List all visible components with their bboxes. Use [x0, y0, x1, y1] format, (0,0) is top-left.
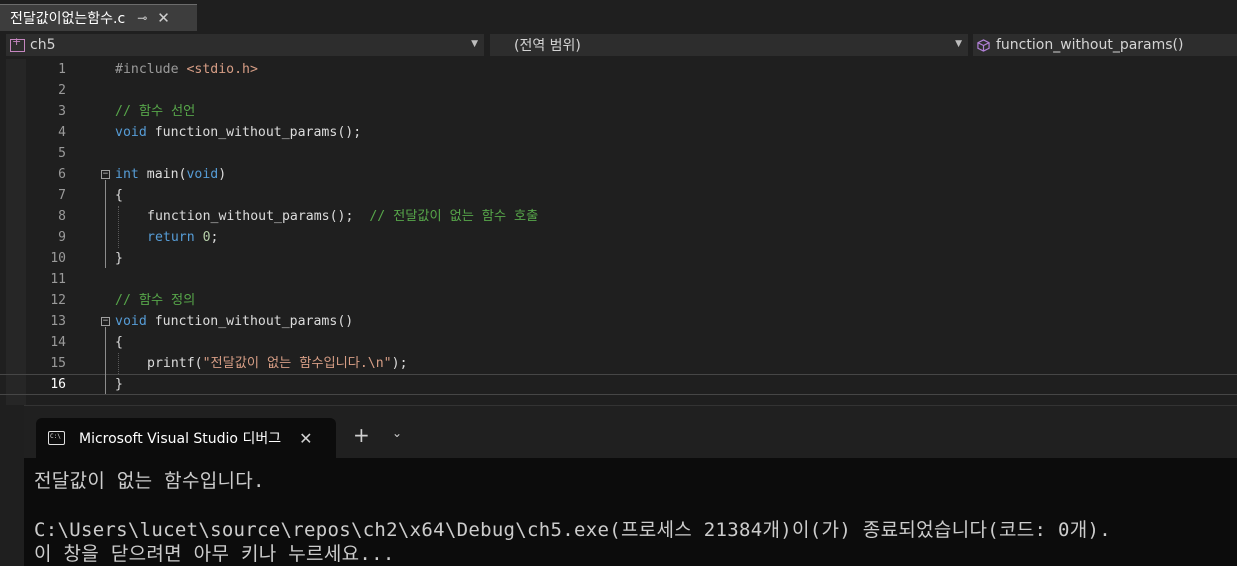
line-number: 7 [58, 188, 66, 203]
code-line-6: int main(void) [115, 167, 227, 182]
member-dropdown[interactable]: function_without_params() [973, 34, 1237, 56]
debug-console-window[interactable]: Microsoft Visual Studio 디버그 ✕ + ⌄ 전달값이 없… [24, 405, 1237, 566]
console-output-line: 전달값이 없는 함수입니다. [34, 470, 265, 492]
navigation-bar: ch5 ▼ (전역 범위) ▼ function_without_params(… [0, 31, 1237, 59]
code-line-1: #include <stdio.h> [115, 62, 258, 77]
pin-icon[interactable]: ⊸ [137, 11, 147, 25]
console-icon [48, 431, 65, 445]
terminal-tab[interactable]: Microsoft Visual Studio 디버그 ✕ [36, 418, 336, 458]
document-tab-title[interactable]: 전달값이없는함수.c [10, 8, 125, 28]
line-number: 12 [50, 293, 66, 308]
indicator-margin [6, 59, 26, 405]
project-dropdown[interactable]: ch5 ▼ [6, 34, 484, 56]
line-number: 2 [58, 83, 66, 98]
code-line-16: } [115, 377, 123, 392]
line-number: 1 [58, 62, 66, 77]
close-icon[interactable]: ✕ [157, 9, 170, 27]
line-number: 11 [50, 272, 66, 287]
editor-tab-strip: 전달값이없는함수.c ⊸ ✕ [0, 0, 1237, 32]
line-number: 15 [50, 356, 66, 371]
console-output-line: C:\Users\lucet\source\repos\ch2\x64\Debu… [34, 519, 1112, 541]
document-tab[interactable]: 전달값이없는함수.c ⊸ ✕ [0, 4, 197, 31]
chevron-down-icon[interactable]: ▼ [471, 39, 478, 49]
method-cube-icon [977, 38, 990, 52]
project-label: ch5 [30, 37, 56, 53]
member-label: function_without_params() [996, 37, 1184, 53]
project-icon [10, 35, 25, 52]
code-line-13: void function_without_params() [115, 314, 354, 329]
terminal-tab-title: Microsoft Visual Studio 디버그 [79, 431, 282, 447]
line-number: 14 [50, 335, 66, 350]
line-number: 9 [58, 230, 66, 245]
chevron-down-icon[interactable]: ⌄ [392, 426, 402, 440]
line-number: 10 [50, 251, 66, 266]
scope-label: (전역 범위) [514, 38, 581, 54]
fold-line [105, 327, 106, 394]
line-number: 4 [58, 125, 66, 140]
collapse-function-icon[interactable]: − [101, 317, 110, 326]
fold-line [105, 180, 106, 268]
code-line-7: { [115, 188, 123, 203]
terminal-tab-bar: Microsoft Visual Studio 디버그 ✕ + ⌄ [24, 406, 1237, 458]
code-line-10: } [115, 251, 123, 266]
code-line-4: void function_without_params(); [115, 125, 362, 140]
line-number: 3 [58, 104, 66, 119]
line-number: 5 [58, 146, 66, 161]
chevron-down-icon[interactable]: ▼ [955, 39, 962, 49]
scope-dropdown[interactable]: (전역 범위) ▼ [490, 34, 968, 56]
code-line-15: printf("전달값이 없는 함수입니다.\n"); [147, 356, 408, 371]
code-line-8: function_without_params(); // 전달값이 없는 함수… [147, 209, 539, 224]
code-line-14: { [115, 335, 123, 350]
close-icon[interactable]: ✕ [299, 429, 312, 448]
code-line-3: // 함수 선언 [115, 104, 196, 119]
collapse-main-icon[interactable]: − [101, 170, 110, 179]
line-number: 13 [50, 314, 66, 329]
code-editor[interactable]: 1 2 3 4 5 6 7 8 9 10 11 12 13 14 15 16 −… [0, 59, 1237, 405]
line-number: 6 [58, 167, 66, 182]
console-output-line: 이 창을 닫으려면 아무 키나 누르세요... [34, 543, 395, 565]
line-number: 8 [58, 209, 66, 224]
code-line-9: return 0; [147, 230, 219, 245]
indent-guide [118, 206, 119, 248]
current-line-highlight [0, 374, 1237, 395]
new-tab-button[interactable]: + [353, 423, 370, 447]
indent-guide [118, 353, 119, 374]
code-line-12: // 함수 정의 [115, 293, 196, 308]
